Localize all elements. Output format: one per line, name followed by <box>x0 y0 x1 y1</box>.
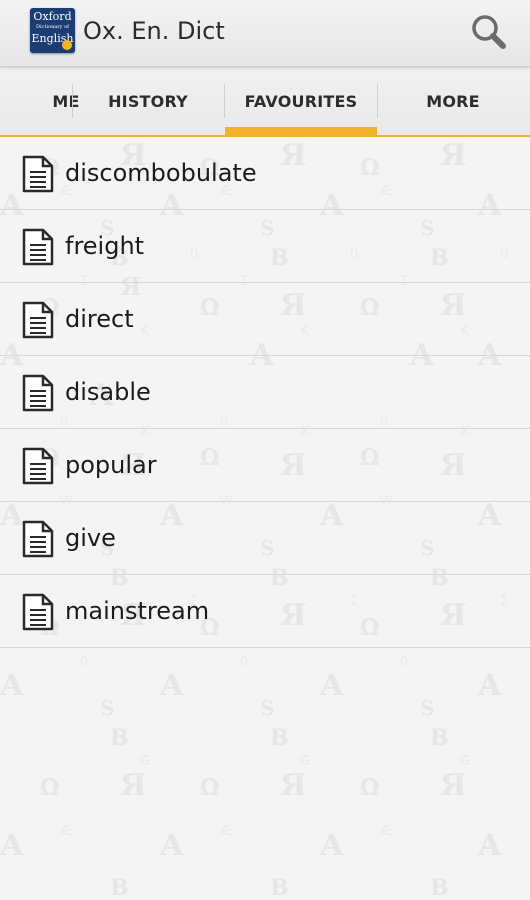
svg-text:Æ: Æ <box>60 824 73 839</box>
search-icon <box>472 15 506 49</box>
favourite-word: freight <box>65 232 145 260</box>
logo-line-2: Dictionary of <box>36 24 69 30</box>
svg-text:Ω: Ω <box>200 775 220 801</box>
svg-text:Я: Я <box>120 768 146 803</box>
svg-text:Ω: Ω <box>360 775 380 801</box>
tab-favourites[interactable]: FAVOURITES <box>225 67 377 135</box>
document-icon <box>22 447 54 485</box>
svg-text:B: B <box>430 725 449 751</box>
app-title: Ox. En. Dict <box>83 17 225 45</box>
svg-text:G: G <box>140 754 150 769</box>
tab-home[interactable]: ME <box>0 67 79 135</box>
list-item[interactable]: popular <box>0 429 530 502</box>
document-icon <box>22 228 54 266</box>
favourite-word: disable <box>65 378 151 406</box>
svg-text:G: G <box>460 754 470 769</box>
svg-text:A: A <box>319 828 344 863</box>
svg-text:Æ: Æ <box>220 824 233 839</box>
list-item[interactable]: discombobulate <box>0 137 530 210</box>
svg-text:ð: ð <box>80 654 88 669</box>
svg-text:B: B <box>270 875 289 900</box>
tab-history-label: HISTORY <box>108 91 188 111</box>
oxford-dictionary-logo[interactable]: Oxford Dictionary of English <box>30 8 75 53</box>
list-item[interactable]: give <box>0 502 530 575</box>
favourite-word: mainstream <box>65 597 210 625</box>
svg-text:A: A <box>477 668 502 703</box>
search-button[interactable] <box>466 10 512 56</box>
svg-text:ð: ð <box>400 654 408 669</box>
svg-text:A: A <box>0 828 24 863</box>
document-icon <box>22 155 54 193</box>
svg-text:Я: Я <box>280 768 306 803</box>
tab-bar: ME HISTORY FAVOURITES MORE <box>0 67 530 137</box>
logo-line-1: Oxford <box>33 10 72 23</box>
favourite-word: discombobulate <box>65 159 257 187</box>
svg-text:A: A <box>319 668 344 703</box>
svg-text:A: A <box>0 668 24 703</box>
favourites-list: discombobulate freight direct disable po… <box>0 137 530 648</box>
selected-tab-indicator <box>225 127 377 135</box>
svg-text:G: G <box>300 754 310 769</box>
svg-text:Я: Я <box>440 768 466 803</box>
svg-text:A: A <box>159 668 184 703</box>
audio-badge-icon <box>62 40 72 50</box>
list-item[interactable]: mainstream <box>0 575 530 648</box>
svg-text:B: B <box>110 725 129 751</box>
app-bar: Oxford Dictionary of English Ox. En. Dic… <box>0 0 530 67</box>
svg-text:Æ: Æ <box>380 824 393 839</box>
tab-favourites-label: FAVOURITES <box>244 91 358 111</box>
favourite-word: direct <box>65 305 134 333</box>
favourite-word: give <box>65 524 116 552</box>
document-icon <box>22 520 54 558</box>
svg-text:S: S <box>420 696 434 720</box>
svg-text:S: S <box>260 696 274 720</box>
document-icon <box>22 374 54 412</box>
document-icon <box>22 593 54 631</box>
svg-text:B: B <box>110 875 129 900</box>
tab-more-label: MORE <box>426 91 480 111</box>
svg-text:S: S <box>100 696 114 720</box>
tab-history[interactable]: HISTORY <box>72 67 224 135</box>
svg-text:A: A <box>159 828 184 863</box>
tab-more[interactable]: MORE <box>377 67 529 135</box>
svg-text:B: B <box>430 875 449 900</box>
svg-text:Ω: Ω <box>40 775 60 801</box>
list-item[interactable]: direct <box>0 283 530 356</box>
list-item[interactable]: disable <box>0 356 530 429</box>
svg-text:ð: ð <box>240 654 248 669</box>
list-item[interactable]: freight <box>0 210 530 283</box>
document-icon <box>22 301 54 339</box>
svg-text:B: B <box>270 725 289 751</box>
favourite-word: popular <box>65 451 157 479</box>
svg-text:A: A <box>477 828 502 863</box>
